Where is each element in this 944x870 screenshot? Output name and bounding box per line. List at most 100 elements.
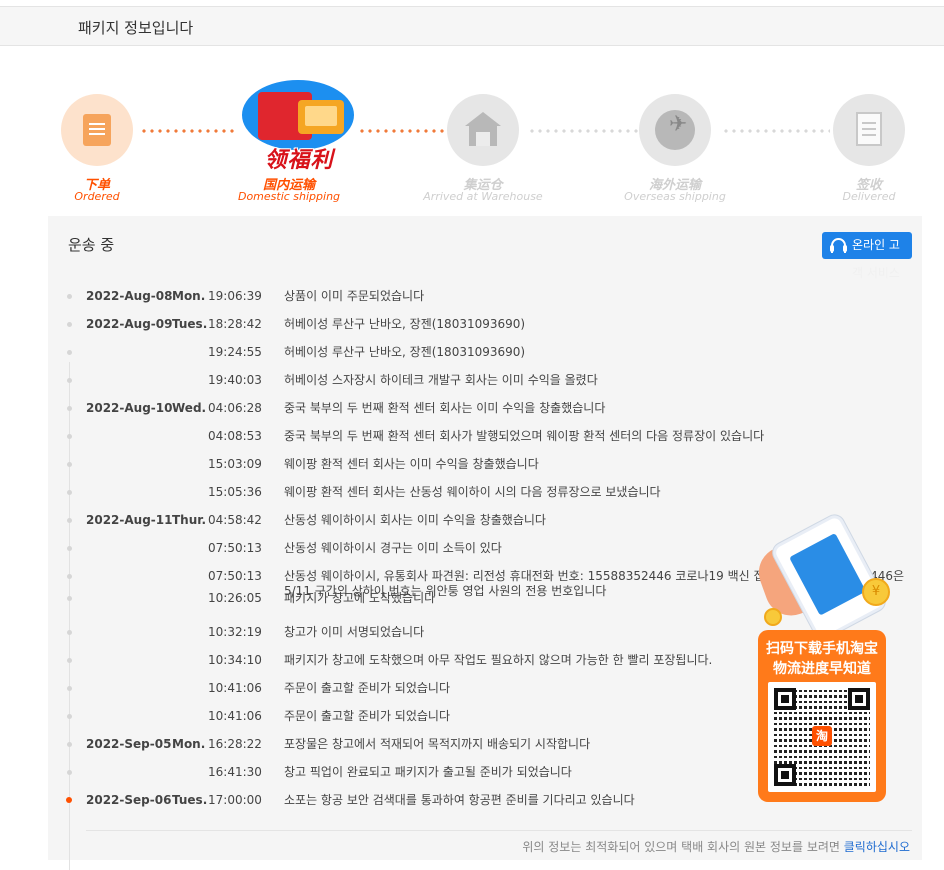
qr-card: 扫码下载手机淘宝 物流进度早知道 淘 (758, 630, 886, 802)
globe-plane-icon (655, 110, 695, 150)
page-title: 패키지 정보입니다 (78, 19, 194, 37)
coin-icon: ¥ (862, 578, 890, 606)
tracking-time: 10:41:06 (208, 709, 262, 723)
step-overseas-en: Overseas shipping (624, 190, 726, 203)
step-domestic-en: Domestic shipping (237, 190, 341, 203)
timeline-dot (67, 630, 72, 635)
tracking-row: 15:03:09 웨이팡 환적 센터 회사는 이미 수익을 창출했습니다 (48, 450, 922, 478)
tracking-time: 04:08:53 (208, 429, 262, 443)
tracking-row: 19:24:55 허베이성 루산구 난바오, 장젠(18031093690) (48, 338, 922, 366)
step-warehouse-circle (447, 94, 519, 166)
coin-small-icon (764, 608, 782, 626)
step-delivered-en: Delivered (842, 190, 896, 203)
tracking-description: 패키지가 창고에 도착했으며 아무 작업도 필요하지 않으며 가능한 한 빨리 … (284, 653, 713, 667)
timeline-dot (66, 797, 72, 803)
tracking-description: 중국 북부의 두 번째 환적 센터 회사는 이미 수익을 창출했습니다 (284, 401, 606, 415)
tracking-time: 16:28:22 (208, 737, 262, 751)
tracking-date: 2022-Sep-06 (86, 793, 172, 807)
tracking-row: 04:08:53 중국 북부의 두 번째 환적 센터 회사가 발행되었으며 웨이팡… (48, 422, 922, 450)
tracking-day: Wed. (172, 401, 207, 415)
step-delivered-circle (833, 94, 905, 166)
tracking-time: 07:50:13 (208, 541, 262, 555)
qr-line-1: 扫码下载手机淘宝 (766, 641, 878, 657)
timeline-dot (67, 714, 72, 719)
tracking-description: 창고가 이미 서명되었습니다 (284, 625, 425, 639)
tracking-row: 2022-Aug-08 Mon. 19:06:39 상품이 이미 주문되었습니다 (48, 282, 922, 310)
timeline-dot (67, 406, 72, 411)
qr-line-2: 物流进度早知道 (773, 661, 871, 677)
timeline-dot (67, 322, 72, 327)
tracking-time: 17:00:00 (208, 793, 262, 807)
tracking-description: 주문이 출고할 준비가 되었습니다 (284, 709, 451, 723)
tracking-row: 19:40:03 허베이성 스자장시 하이테크 개발구 회사는 이미 수익을 올렸… (48, 366, 922, 394)
timeline-dot (67, 658, 72, 663)
qr-finder (848, 688, 870, 710)
qr-finder (774, 688, 796, 710)
tracking-date: 2022-Aug-10 (86, 401, 173, 415)
tracking-description: 소포는 항공 보안 검색대를 통과하여 항공편 준비를 기다리고 있습니다 (284, 793, 635, 807)
step-ordered-circle (61, 94, 133, 166)
tracking-time: 16:41:30 (208, 765, 262, 779)
qr-download-promo[interactable]: ¥ 扫码下载手机淘宝 物流进度早知道 淘 (751, 511, 944, 812)
cs-button-label: 온라인 고 (852, 238, 900, 252)
tracking-day: Tues. (172, 317, 208, 331)
cs-button-label-overflow: 객 서비스 (852, 266, 900, 280)
timeline-dot (67, 434, 72, 439)
promo-label[interactable]: 领福利 (244, 142, 354, 174)
tracking-time: 18:28:42 (208, 317, 262, 331)
headset-icon (830, 238, 847, 253)
tracking-description: 허베이성 루산구 난바오, 장젠(18031093690) (284, 317, 526, 331)
tracking-day: Mon. (172, 737, 206, 751)
timeline-dot (67, 574, 72, 579)
tracking-day: Tues. (172, 793, 208, 807)
tracking-description: 웨이팡 환적 센터 회사는 산동성 웨이하이 시의 다음 정류장으로 보냈습니다 (284, 485, 661, 499)
tracking-time: 15:05:36 (208, 485, 262, 499)
footer-note-text: 위의 정보는 최적화되어 있으며 택배 회사의 원본 정보를 보려면 (522, 840, 844, 854)
timeline-dot (67, 546, 72, 551)
progress-steps: 下单 Ordered 国内运输 Domestic shipping 集运仓 Ar… (0, 80, 944, 210)
tracking-date: 2022-Aug-09 (86, 317, 173, 331)
tracking-description: 주문이 출고할 준비가 되었습니다 (284, 681, 451, 695)
tracking-date: 2022-Aug-11 (86, 513, 173, 527)
tracking-day: Thur. (172, 513, 207, 527)
tracking-time: 04:06:28 (208, 401, 262, 415)
tracking-description: 포장물은 창고에서 적재되어 목적지까지 배송되기 시작합니다 (284, 737, 591, 751)
tracking-description: 패키지가 창고에 도착했습니다 (284, 591, 436, 605)
timeline-dot (67, 596, 72, 601)
tracking-time: 10:26:05 (208, 591, 262, 605)
tracking-description: 허베이성 루산구 난바오, 장젠(18031093690) (284, 345, 526, 359)
tracking-date: 2022-Sep-05 (86, 737, 172, 751)
tracking-time: 19:06:39 (208, 289, 262, 303)
timeline-dot (67, 770, 72, 775)
step-overseas-circle (639, 94, 711, 166)
tracking-description: 웨이팡 환적 센터 회사는 이미 수익을 창출했습니다 (284, 457, 539, 471)
panel-divider (86, 830, 912, 831)
timeline-dot (67, 742, 72, 747)
timeline-dot (67, 686, 72, 691)
warehouse-icon (465, 112, 501, 146)
view-original-link[interactable]: 클릭하십시오 (844, 840, 910, 854)
tracking-description: 창고 픽업이 완료되고 패키지가 출고될 준비가 되었습니다 (284, 765, 572, 779)
gift-tv-icon (298, 100, 344, 134)
timeline-dot (67, 518, 72, 523)
footer-note: 위의 정보는 최적화되어 있으며 택배 회사의 원본 정보를 보려면 클릭하십시… (522, 838, 910, 855)
qr-code[interactable]: 淘 (768, 682, 876, 792)
tracking-description: 중국 북부의 두 번째 환적 센터 회사가 발행되었으며 웨이팡 환적 센터의 … (284, 429, 765, 443)
tracking-description: 상품이 이미 주문되었습니다 (284, 289, 425, 303)
step-warehouse-en: Arrived at Warehouse (423, 190, 543, 203)
taobao-logo-icon: 淘 (812, 726, 832, 746)
step-connector-3 (528, 129, 638, 133)
online-customer-service-button[interactable]: 온라인 고 (822, 232, 912, 259)
tracking-time: 10:32:19 (208, 625, 262, 639)
qr-finder (774, 764, 796, 786)
receipt-icon (856, 112, 882, 146)
tracking-time: 10:41:06 (208, 681, 262, 695)
tracking-description: 산동성 웨이하이시 회사는 이미 수익을 창출했습니다 (284, 513, 546, 527)
timeline-dot (67, 378, 72, 383)
tracking-time: 04:58:42 (208, 513, 262, 527)
tracking-description: 허베이성 스자장시 하이테크 개발구 회사는 이미 수익을 올렸다 (284, 373, 598, 387)
timeline-dot (67, 490, 72, 495)
tracking-description: 산동성 웨이하이시 경구는 이미 소득이 있다 (284, 541, 502, 555)
order-document-icon (83, 114, 111, 146)
step-connector-4 (722, 129, 830, 133)
